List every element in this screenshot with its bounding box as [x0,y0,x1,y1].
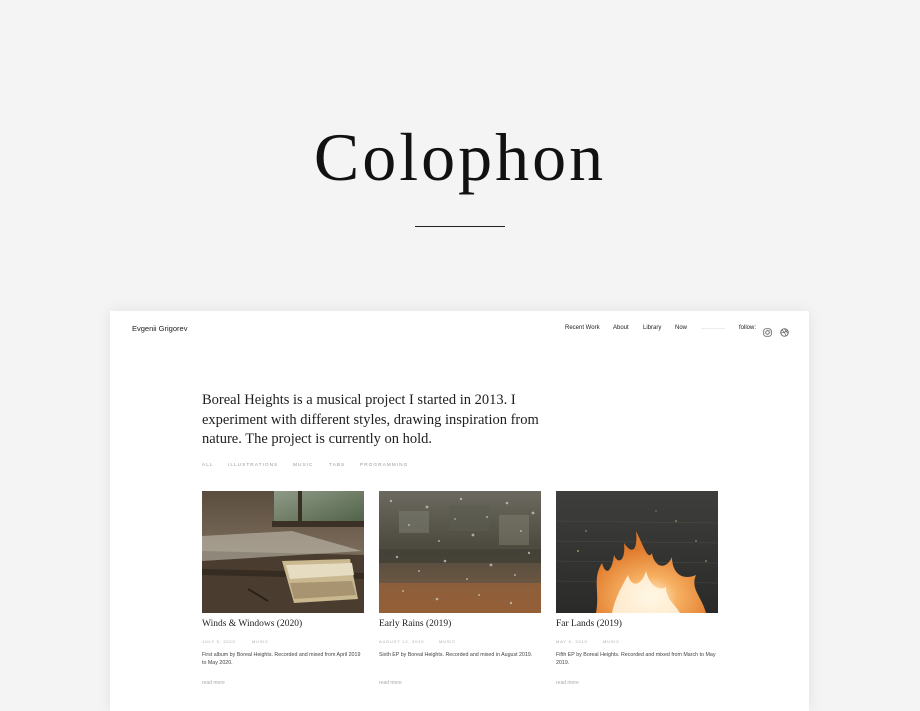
filter-music[interactable]: MUSIC [293,463,313,468]
filter-illustrations[interactable]: ILLUSTRATIONS [228,463,278,468]
page-title: Colophon [313,119,607,195]
project-title[interactable]: Winds & Windows (2020) [202,619,302,629]
project-title[interactable]: Early Rains (2019) [379,619,451,629]
project-thumbnail[interactable] [202,491,364,613]
project-title[interactable]: Far Lands (2019) [556,619,622,629]
website-preview: Evgenii Grigorev Recent Work About Libra… [110,311,809,711]
project-description: Sixth EP by Boreal Heights. Recorded and… [379,652,533,658]
filter-all[interactable]: ALL [202,463,214,468]
dribbble-icon[interactable] [780,324,789,337]
read-more-link[interactable]: read more [202,680,225,686]
intro-text: Boreal Heights is a musical project I st… [202,392,539,447]
nav-divider [701,328,725,329]
site-name-link[interactable]: Evgenii Grigorev [132,324,187,333]
project-thumbnail[interactable] [556,491,718,613]
nav-about[interactable]: About [613,325,629,331]
title-divider [415,226,505,227]
project-description: First album by Boreal Heights. Recorded … [202,652,361,666]
read-more-link[interactable]: read more [379,680,402,686]
project-category[interactable]: MUSIC [603,639,620,644]
project-date: AUGUST 12, 2019 [379,639,425,644]
nav-library[interactable]: Library [643,325,661,331]
filter-programming[interactable]: PROGRAMMING [360,463,408,468]
follow-label: follow: [739,325,757,331]
filter-tabs[interactable]: TABS [329,463,345,468]
project-thumbnail[interactable] [379,491,541,613]
project-date: MAY 9, 2019 [556,639,588,644]
project-description: Fifth EP by Boreal Heights. Recorded and… [556,652,716,666]
read-more-link[interactable]: read more [556,680,579,686]
project-category[interactable]: MUSIC [439,639,456,644]
project-date: JULY 3, 2020 [202,639,236,644]
nav-now[interactable]: Now [675,325,687,331]
instagram-icon[interactable] [763,324,772,337]
nav-recent-work[interactable]: Recent Work [565,325,600,331]
project-category[interactable]: MUSIC [252,639,269,644]
